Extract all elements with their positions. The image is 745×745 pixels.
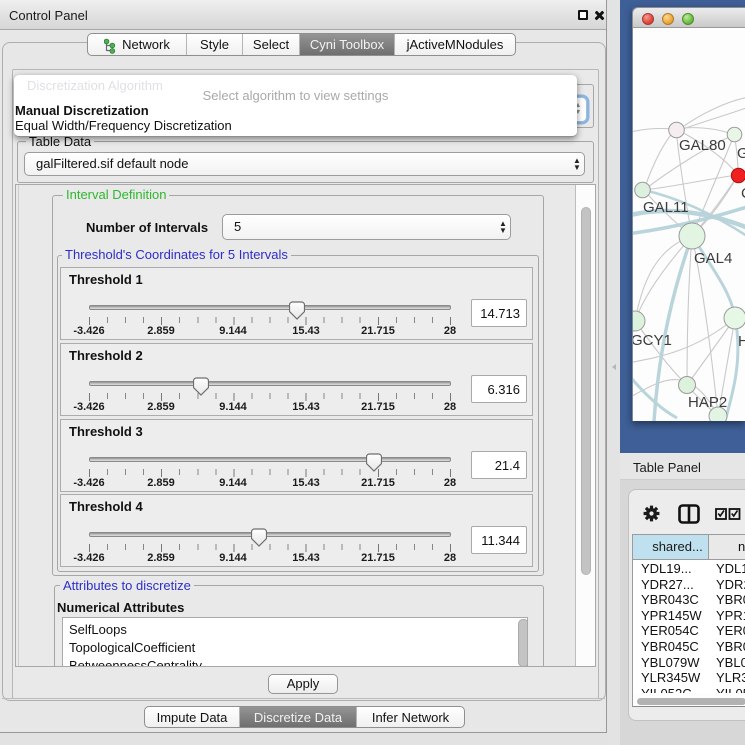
svg-text:GAL4: GAL4	[694, 250, 732, 267]
svg-text:GAL80: GAL80	[679, 137, 726, 154]
svg-text:GA: GA	[737, 145, 745, 162]
svg-text:HAP2: HAP2	[688, 394, 727, 411]
svg-text:H: H	[738, 333, 745, 350]
svg-text:GAL11: GAL11	[643, 199, 689, 216]
svg-text:C: C	[741, 185, 745, 202]
svg-text:GCY1: GCY1	[633, 332, 672, 349]
